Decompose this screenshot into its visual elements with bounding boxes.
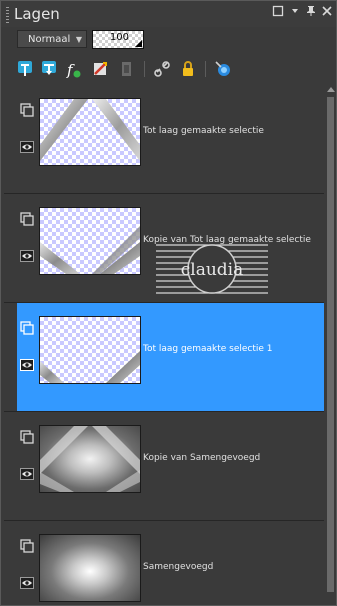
opacity-value: 100 bbox=[109, 32, 129, 43]
panel-title: Lagen bbox=[14, 5, 60, 23]
layer-type-icon bbox=[20, 212, 34, 226]
layer-row[interactable]: Samengevoegd bbox=[17, 521, 324, 603]
drag-grip-icon[interactable] bbox=[6, 7, 9, 23]
panel-titlebar[interactable]: Lagen bbox=[1, 1, 336, 27]
new-raster-layer-icon[interactable] bbox=[15, 59, 35, 79]
opacity-field[interactable]: 100 bbox=[92, 30, 144, 49]
scrollbar-thumb[interactable] bbox=[327, 97, 334, 592]
eye-icon[interactable] bbox=[20, 468, 34, 480]
layer-type-icon bbox=[20, 103, 34, 117]
layers-toolbar: f bbox=[1, 56, 336, 82]
layer-thumbnail bbox=[39, 316, 141, 384]
watermark-logo: claudia bbox=[156, 242, 268, 296]
layer-row[interactable]: Kopie van Samengevoegd bbox=[17, 412, 324, 520]
layer-thumbnail bbox=[39, 534, 141, 602]
eye-icon[interactable] bbox=[20, 141, 34, 153]
layer-type-icon bbox=[20, 539, 34, 553]
layer-thumbnail bbox=[39, 425, 141, 493]
properties-icon[interactable] bbox=[213, 59, 233, 79]
layer-name[interactable]: Samengevoegd bbox=[143, 562, 213, 572]
layer-name[interactable]: Tot laag gemaakte selectie 1 bbox=[143, 344, 273, 354]
restore-icon[interactable] bbox=[271, 5, 285, 21]
layer-thumbnail bbox=[39, 207, 141, 275]
new-vector-layer-icon[interactable] bbox=[39, 59, 59, 79]
close-icon[interactable] bbox=[320, 5, 334, 21]
layer-list[interactable]: Tot laag gemaakte selectie Kopie van Tot… bbox=[4, 85, 324, 603]
delete-layer-icon[interactable] bbox=[116, 59, 136, 79]
vertical-scrollbar[interactable] bbox=[326, 85, 335, 603]
opacity-slider-corner-icon bbox=[135, 40, 142, 47]
pin-icon[interactable] bbox=[304, 5, 318, 21]
scroll-up-icon[interactable] bbox=[327, 87, 335, 92]
dropdown-icon[interactable] bbox=[288, 5, 302, 21]
blend-mode-value: Normaal bbox=[28, 34, 71, 45]
layer-row-selected[interactable]: Tot laag gemaakte selectie 1 bbox=[17, 303, 324, 411]
edit-mask-icon[interactable] bbox=[90, 59, 110, 79]
toolbar-divider bbox=[205, 61, 206, 77]
layer-name[interactable]: Tot laag gemaakte selectie bbox=[143, 126, 264, 136]
new-adjustment-layer-icon[interactable]: f bbox=[64, 59, 84, 79]
svg-text:claudia: claudia bbox=[181, 260, 244, 280]
svg-text:f: f bbox=[66, 61, 75, 79]
chevron-down-icon: ▼ bbox=[75, 35, 82, 44]
layers-panel: Lagen Normaal ▼ 100 f Tot laag gemaakte … bbox=[0, 0, 337, 606]
link-icon[interactable] bbox=[152, 59, 172, 79]
layer-type-icon bbox=[20, 430, 34, 444]
layer-thumbnail bbox=[39, 98, 141, 166]
layer-name[interactable]: Kopie van Samengevoegd bbox=[143, 453, 260, 463]
toolbar-divider bbox=[144, 61, 145, 77]
eye-icon[interactable] bbox=[20, 250, 34, 262]
blend-mode-select[interactable]: Normaal ▼ bbox=[17, 30, 87, 48]
lock-icon[interactable] bbox=[178, 59, 198, 79]
eye-icon[interactable] bbox=[20, 359, 34, 371]
layer-type-icon bbox=[20, 321, 34, 335]
layer-row[interactable]: Tot laag gemaakte selectie bbox=[17, 85, 324, 193]
eye-icon[interactable] bbox=[20, 577, 34, 589]
